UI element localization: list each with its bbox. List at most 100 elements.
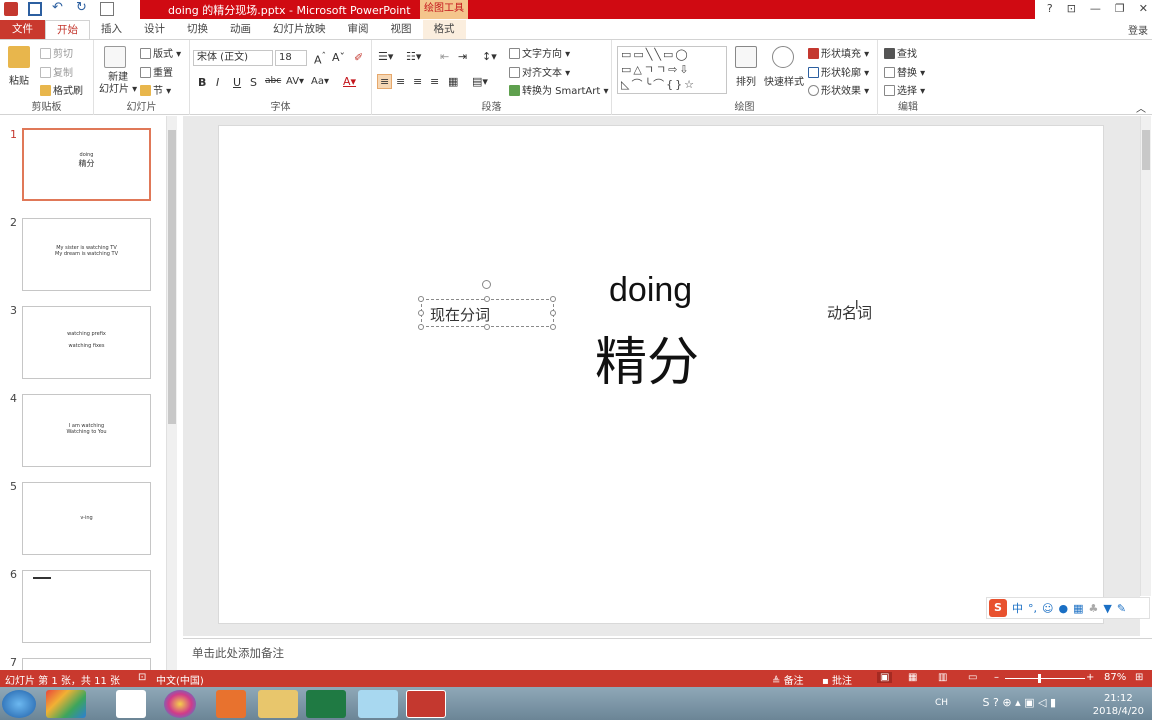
shape-fill-button[interactable]: 形状填充 ▾	[808, 45, 869, 60]
slide-big-text[interactable]: 精分	[595, 320, 699, 395]
zoom-slider-thumb[interactable]	[1038, 674, 1041, 683]
resize-handle[interactable]	[550, 324, 556, 330]
replace-button[interactable]: 替换 ▾	[884, 64, 925, 79]
select-button[interactable]: 选择 ▾	[884, 82, 925, 97]
new-slide-button[interactable]: 新建 幻灯片 ▾	[99, 72, 137, 96]
rotate-handle-icon[interactable]	[482, 280, 491, 289]
bullets-icon[interactable]: ☰▾	[378, 50, 393, 63]
emoji-icon[interactable]: ☺	[1042, 602, 1053, 615]
resize-handle[interactable]	[418, 296, 424, 302]
slide-thumbnail[interactable]	[22, 658, 151, 670]
resize-handle[interactable]	[550, 310, 556, 316]
grow-font-icon[interactable]: Aˆ	[314, 51, 326, 67]
tray-time[interactable]: 21:12	[1093, 692, 1144, 705]
shape-effects-button[interactable]: 形状效果 ▾	[808, 82, 869, 97]
copy-button[interactable]: 复制	[40, 64, 73, 79]
font-color-icon[interactable]: A▾	[343, 75, 356, 88]
start-slideshow-icon[interactable]	[100, 2, 114, 16]
decrease-indent-icon[interactable]: ⇤	[440, 50, 449, 63]
save-icon[interactable]	[28, 2, 42, 16]
strikethrough-icon[interactable]: abc	[265, 76, 281, 86]
editor-scrollbar[interactable]	[1140, 116, 1151, 596]
resize-handle[interactable]	[550, 296, 556, 302]
sogou-logo-icon[interactable]: S	[989, 599, 1007, 617]
zoom-level[interactable]: 87%	[1104, 672, 1126, 683]
text-direction-button[interactable]: 文字方向 ▾	[509, 45, 570, 60]
arrange-button[interactable]: 排列	[736, 73, 756, 88]
zoom-out-icon[interactable]: –	[994, 672, 999, 683]
tab-review[interactable]: 审阅	[337, 20, 380, 39]
shape-outline-button[interactable]: 形状轮廓 ▾	[808, 64, 869, 79]
powerpoint-taskbar-icon[interactable]	[406, 690, 446, 718]
resize-handle[interactable]	[484, 324, 490, 330]
close-icon[interactable]: ✕	[1139, 2, 1148, 15]
cut-button[interactable]: 剪切	[40, 45, 73, 60]
slide-thumbnail[interactable]	[22, 570, 151, 643]
slide-title[interactable]: doing	[609, 271, 692, 310]
resize-handle[interactable]	[418, 324, 424, 330]
tray-date[interactable]: 2018/4/20	[1093, 705, 1144, 718]
zoom-in-icon[interactable]: +	[1086, 672, 1094, 683]
new-slide-icon[interactable]	[104, 46, 126, 68]
zoom-slider[interactable]	[1005, 678, 1085, 679]
file-explorer-icon[interactable]	[258, 690, 298, 718]
columns-icon[interactable]: ▤▾	[472, 75, 488, 88]
redo-icon[interactable]: ↻	[76, 1, 90, 16]
pdf-app-icon[interactable]	[216, 690, 246, 718]
italic-icon[interactable]: I	[216, 76, 219, 89]
tab-format[interactable]: 格式	[422, 20, 466, 39]
selected-text-box[interactable]: 现在分词	[421, 299, 554, 327]
slide-sorter-icon[interactable]: ▦	[908, 672, 917, 683]
notes-pane[interactable]: 单击此处添加备注	[183, 638, 1152, 670]
tab-file[interactable]: 文件	[0, 20, 45, 39]
tools-icon[interactable]: ✎	[1117, 602, 1126, 615]
app-icon[interactable]	[164, 690, 196, 718]
shapes-gallery[interactable]: ▭▭╲╲▭◯ ▭△ㄱㄱ⇨⇩ ◺⌒╰⌒{}☆	[617, 46, 727, 94]
slide-thumbnail[interactable]: doing 精分	[22, 128, 151, 201]
collapse-ribbon-icon[interactable]: ︿	[1136, 100, 1146, 115]
spellcheck-icon[interactable]: ⊡	[138, 672, 146, 683]
change-case-icon[interactable]: Aa▾	[311, 76, 329, 87]
help-icon[interactable]: ?	[1047, 2, 1053, 15]
ime-mode[interactable]: 中	[1012, 600, 1023, 616]
layout-button[interactable]: 版式 ▾	[140, 45, 181, 60]
tab-home[interactable]: 开始	[45, 20, 90, 39]
thumbnails-scroll-thumb[interactable]	[168, 130, 176, 424]
slide-thumbnail[interactable]: I am watching Watching to You	[22, 394, 151, 467]
notes-toggle[interactable]: ≜ 备注	[772, 672, 804, 687]
tab-animations[interactable]: 动画	[219, 20, 262, 39]
resize-handle[interactable]	[484, 296, 490, 302]
quick-styles-button[interactable]: 快速样式	[764, 73, 804, 88]
find-button[interactable]: 查找	[884, 45, 917, 60]
tray-icons[interactable]: S ? ⊕ ▴ ▣ ◁ ▮	[983, 696, 1056, 709]
punctuation-icon[interactable]: °,	[1028, 602, 1037, 615]
font-name-select[interactable]: 宋体 (正文)	[193, 50, 273, 66]
tab-view[interactable]: 视图	[380, 20, 423, 39]
align-text-button[interactable]: 对齐文本 ▾	[509, 64, 570, 79]
skin-icon[interactable]: ▼	[1103, 602, 1111, 615]
tab-slideshow[interactable]: 幻灯片放映	[262, 20, 337, 39]
excel-icon[interactable]	[306, 690, 346, 718]
tab-design[interactable]: 设计	[133, 20, 176, 39]
char-spacing-icon[interactable]: AV▾	[286, 76, 304, 87]
app-icon[interactable]	[358, 690, 398, 718]
start-button-icon[interactable]	[2, 690, 36, 718]
tab-transitions[interactable]: 切换	[176, 20, 219, 39]
app-icon[interactable]	[116, 690, 146, 718]
resize-handle[interactable]	[418, 310, 424, 316]
align-left-icon[interactable]: ≡	[377, 74, 393, 89]
distributed-icon[interactable]: ▦	[448, 75, 458, 88]
smartart-button[interactable]: 转换为 SmartArt ▾	[509, 82, 609, 97]
format-painter-button[interactable]: 格式刷	[40, 82, 83, 97]
quick-styles-icon[interactable]	[772, 46, 794, 68]
clear-format-icon[interactable]: ✐	[354, 51, 363, 64]
font-size-select[interactable]: 18	[275, 50, 307, 66]
paste-button[interactable]: 粘贴	[9, 72, 29, 87]
numbering-icon[interactable]: ☷▾	[406, 50, 421, 63]
right-text[interactable]: 动名词	[827, 302, 872, 323]
restore-icon[interactable]: ❐	[1115, 2, 1125, 15]
tray-lang[interactable]: CH	[935, 697, 948, 710]
ribbon-display-icon[interactable]: ⊡	[1067, 2, 1076, 15]
language-indicator[interactable]: 中文(中国)	[156, 672, 204, 687]
align-center-icon[interactable]: ≡	[396, 75, 405, 88]
